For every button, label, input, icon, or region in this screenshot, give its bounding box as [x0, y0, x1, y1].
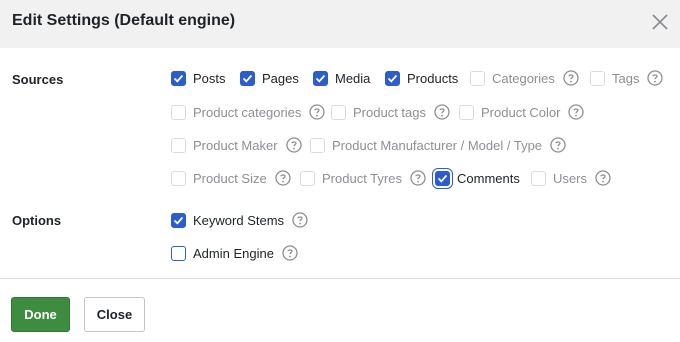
product-size-checkbox: [171, 170, 186, 186]
source-product-tags: Product tags: [331, 102, 450, 122]
categories-checkbox: [470, 70, 485, 86]
footer-divider: [0, 278, 680, 279]
users-checkbox: [531, 170, 546, 186]
product-tyres-label: Product Tyres: [322, 170, 402, 186]
source-products[interactable]: Products: [385, 68, 458, 88]
source-users: Users: [531, 168, 611, 188]
source-product-size: Product Size: [171, 168, 291, 188]
sources-label: Sources: [12, 72, 64, 87]
product-color-checkbox: [459, 104, 474, 120]
product-categories-checkbox: [171, 104, 186, 120]
source-product-manufacturer: Product Manufacturer / Model / Type: [310, 135, 566, 155]
dialog-header: Edit Settings (Default engine): [0, 0, 680, 48]
product-manufacturer-checkbox: [310, 137, 325, 153]
comments-checkbox[interactable]: [435, 170, 450, 186]
product-maker-label: Product Maker: [193, 137, 278, 153]
help-icon[interactable]: [647, 70, 664, 86]
source-product-color: Product Color: [459, 102, 585, 122]
comments-label: Comments: [457, 170, 520, 186]
source-product-tyres: Product Tyres: [300, 168, 426, 188]
product-categories-label: Product categories: [193, 104, 302, 120]
admin-engine-label: Admin Engine: [193, 245, 274, 261]
tags-label: Tags: [612, 70, 640, 86]
source-pages[interactable]: Pages: [240, 68, 299, 88]
tags-checkbox: [590, 70, 605, 86]
product-tags-checkbox: [331, 104, 346, 120]
posts-checkbox[interactable]: [171, 70, 186, 86]
help-icon[interactable]: [563, 70, 579, 86]
pages-label: Pages: [262, 70, 299, 86]
pages-checkbox[interactable]: [240, 70, 255, 86]
options-label: Options: [12, 213, 62, 228]
source-posts[interactable]: Posts: [171, 68, 226, 88]
option-keyword-stems[interactable]: Keyword Stems: [171, 210, 308, 230]
help-icon[interactable]: [309, 104, 326, 120]
help-icon[interactable]: [275, 170, 291, 186]
help-icon[interactable]: [282, 245, 298, 261]
source-media[interactable]: Media: [313, 68, 370, 88]
products-checkbox[interactable]: [385, 70, 400, 86]
done-button[interactable]: Done: [11, 297, 70, 332]
source-comments[interactable]: Comments: [435, 168, 520, 188]
help-icon[interactable]: [595, 170, 611, 186]
users-label: Users: [553, 170, 587, 186]
categories-label: Categories: [492, 70, 555, 86]
help-icon[interactable]: [292, 212, 308, 228]
product-color-label: Product Color: [481, 104, 561, 120]
media-checkbox[interactable]: [313, 70, 328, 86]
product-tyres-checkbox: [300, 170, 315, 186]
posts-label: Posts: [193, 70, 226, 86]
source-categories: Categories: [470, 68, 579, 88]
help-icon[interactable]: [568, 104, 585, 120]
source-tags: Tags: [590, 68, 664, 88]
product-manufacturer-label: Product Manufacturer / Model / Type: [332, 137, 543, 153]
product-size-label: Product Size: [193, 170, 267, 186]
product-tags-label: Product tags: [353, 104, 426, 120]
help-icon[interactable]: [550, 137, 566, 153]
help-icon[interactable]: [410, 170, 426, 186]
product-maker-checkbox: [171, 137, 186, 153]
help-icon[interactable]: [434, 104, 450, 120]
keyword-stems-checkbox[interactable]: [171, 212, 186, 228]
help-icon[interactable]: [285, 137, 302, 153]
edit-settings-dialog: Edit Settings (Default engine) Sources P…: [0, 0, 680, 342]
source-product-categories: Product categories: [171, 102, 326, 122]
close-button[interactable]: Close: [84, 297, 145, 332]
admin-engine-checkbox[interactable]: [171, 245, 186, 261]
dialog-title: Edit Settings (Default engine): [12, 12, 236, 29]
close-icon[interactable]: [650, 12, 670, 32]
source-product-maker: Product Maker: [171, 135, 302, 155]
media-label: Media: [335, 70, 371, 86]
keyword-stems-label: Keyword Stems: [193, 212, 285, 228]
option-admin-engine[interactable]: Admin Engine: [171, 243, 298, 263]
products-label: Products: [407, 70, 459, 86]
